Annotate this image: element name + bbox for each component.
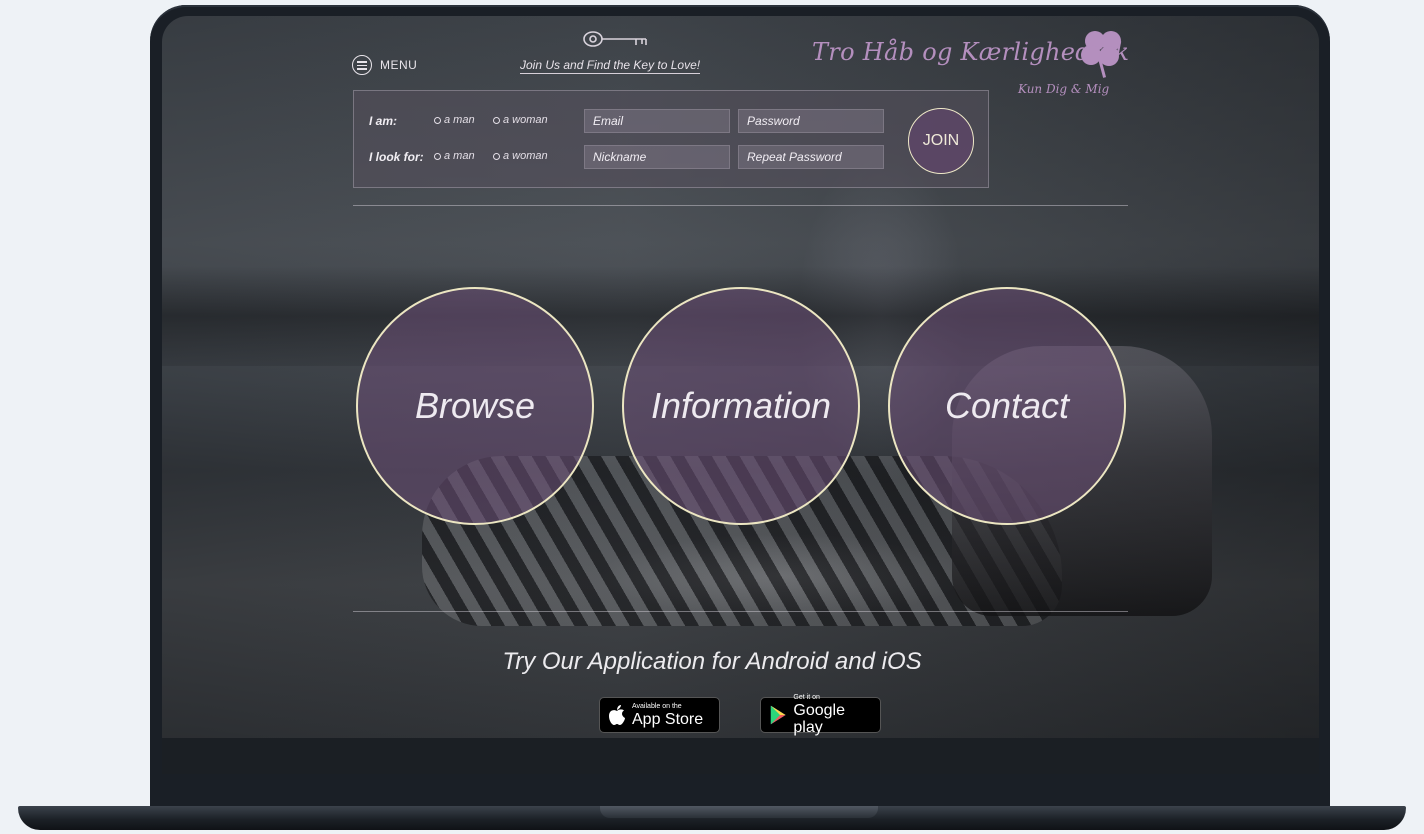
information-button[interactable]: Information bbox=[622, 287, 860, 525]
tagline-link[interactable]: Join Us and Find the Key to Love! bbox=[520, 58, 701, 74]
contact-button[interactable]: Contact bbox=[888, 287, 1126, 525]
nickname-field[interactable] bbox=[584, 145, 730, 169]
signup-panel bbox=[353, 90, 989, 188]
radio-icon bbox=[493, 116, 500, 124]
laptop-notch bbox=[600, 806, 878, 818]
browse-button[interactable]: Browse bbox=[356, 287, 594, 525]
join-button[interactable]: JOIN bbox=[908, 108, 974, 174]
apps-heading: Try Our Application for Android and iOS bbox=[502, 648, 922, 675]
email-field[interactable] bbox=[584, 109, 730, 133]
menu-label: MENU bbox=[380, 58, 418, 72]
menu-icon bbox=[352, 55, 372, 75]
radio-icon bbox=[434, 116, 441, 124]
radio-label: a woman bbox=[503, 114, 548, 126]
google-play-text: Get it on Google play bbox=[793, 694, 872, 736]
lookfor-man-radio[interactable]: a man bbox=[434, 150, 475, 162]
radio-label: a man bbox=[444, 150, 475, 162]
repeat-password-field[interactable] bbox=[738, 145, 884, 169]
app-store-text: Available on the App Store bbox=[632, 703, 703, 728]
app-store-button[interactable]: Available on the App Store bbox=[599, 697, 720, 733]
key-icon bbox=[583, 31, 647, 47]
screen-footer-bar bbox=[162, 738, 1319, 774]
google-play-button[interactable]: Get it on Google play bbox=[760, 694, 881, 736]
app-store-big: App Store bbox=[632, 710, 704, 728]
logo-subtitle: Kun Dig & Mig bbox=[1018, 82, 1110, 96]
lookfor-woman-radio[interactable]: a woman bbox=[493, 150, 548, 162]
radio-label: a woman bbox=[503, 150, 548, 162]
menu-button[interactable]: MENU bbox=[352, 55, 417, 75]
laptop-mockup: MENU Join Us and Find the Key to Love! T… bbox=[0, 0, 1424, 834]
ilookfor-label: I look for: bbox=[369, 150, 424, 164]
apple-icon bbox=[609, 705, 625, 725]
iam-label: I am: bbox=[369, 114, 398, 128]
radio-icon bbox=[434, 152, 441, 160]
google-play-icon bbox=[770, 705, 786, 725]
app-store-small: Available on the bbox=[632, 702, 682, 710]
iam-man-radio[interactable]: a man bbox=[434, 114, 475, 126]
radio-icon bbox=[493, 152, 500, 160]
footer-divider bbox=[353, 611, 1128, 612]
radio-label: a man bbox=[444, 114, 475, 126]
google-play-big: Google play bbox=[793, 702, 845, 736]
iam-woman-radio[interactable]: a woman bbox=[493, 114, 548, 126]
google-play-small: Get it on bbox=[793, 694, 820, 701]
header-divider bbox=[353, 205, 1128, 206]
clover-icon bbox=[1081, 31, 1121, 78]
password-field[interactable] bbox=[738, 109, 884, 133]
